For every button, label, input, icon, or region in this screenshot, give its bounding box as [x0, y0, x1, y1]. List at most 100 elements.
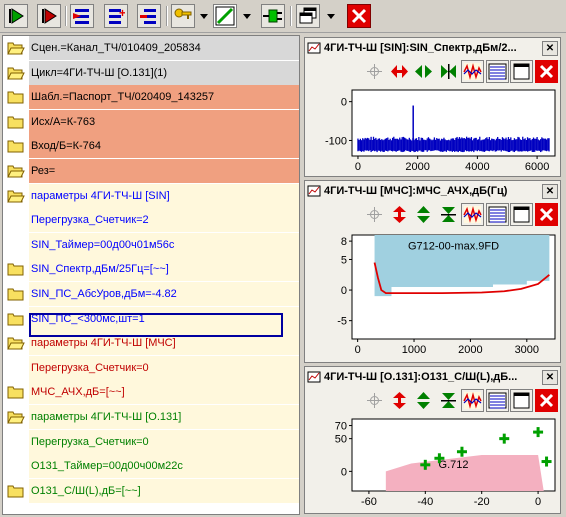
- tree-row[interactable]: Перегрузка_Счетчик=2: [3, 208, 299, 233]
- expand-vertical-button[interactable]: [412, 203, 435, 226]
- window-button[interactable]: [510, 60, 533, 83]
- window-button[interactable]: [510, 389, 533, 412]
- y-tick-label: 5: [341, 254, 347, 266]
- o131-snr-panel: 4ГИ-ТЧ-Ш [O.131]:O131_С/Ш(L),дБ... ✕ -60…: [304, 366, 561, 514]
- tree-row[interactable]: SIN_ПС_АбсУров,дБм=-4.82: [3, 282, 299, 306]
- arrows-horizontal-button[interactable]: [388, 60, 411, 83]
- close-button[interactable]: [534, 60, 558, 83]
- chart-toolbar: [307, 202, 558, 228]
- step-button[interactable]: [37, 4, 61, 28]
- table-button[interactable]: [485, 60, 509, 83]
- arrows-vertical-button[interactable]: [388, 203, 411, 226]
- tree-row-label: Шабл.=Паспорт_ТЧ/020409_143257: [29, 85, 299, 110]
- crosshair-icon: [367, 64, 382, 79]
- folder-icon: [7, 91, 24, 104]
- tree-row[interactable]: Исх/А=К-763: [3, 109, 299, 134]
- close-button[interactable]: [534, 203, 558, 226]
- waveform-button[interactable]: [461, 203, 484, 226]
- waveform-button[interactable]: [461, 389, 484, 412]
- shrink-horizontal-button[interactable]: [437, 60, 460, 83]
- tree-row-label: Перегрузка_Счетчик=0: [29, 429, 299, 454]
- waveform-button[interactable]: [461, 60, 484, 83]
- window-icon: [513, 392, 530, 409]
- close-icon[interactable]: ✕: [542, 183, 558, 199]
- folder-icon: [7, 386, 24, 399]
- tree-row[interactable]: SIN_Таймер=00д00ч01м56с: [3, 232, 299, 257]
- arrows-vertical-icon: [392, 206, 406, 223]
- tree-row[interactable]: Сцен.=Канал_ТЧ/010409_205834: [3, 36, 299, 60]
- tree-row-label: Исх/А=К-763: [29, 109, 299, 134]
- tree-row[interactable]: O131_С/Ш(L),дБ=[~~]: [3, 478, 299, 503]
- insert-before-button[interactable]: [70, 4, 94, 28]
- table-icon: [488, 392, 506, 409]
- tree-row[interactable]: O131_Таймер=00д00ч00м22с: [3, 454, 299, 479]
- tree-row-label: Перегрузка_Счетчик=2: [29, 208, 299, 233]
- close-icon[interactable]: ✕: [542, 40, 558, 56]
- arrows-vertical-button[interactable]: [388, 389, 411, 412]
- tree-row-label: SIN_Таймер=00д00ч01м56с: [29, 232, 299, 257]
- expand-horizontal-button[interactable]: [412, 60, 435, 83]
- parameter-tree[interactable]: Сцен.=Канал_ТЧ/010409_205834 Цикл=4ГИ-ТЧ-…: [2, 35, 300, 515]
- o131-snr-chart[interactable]: -60 -40 -20 0 7050 0 G.712: [307, 417, 560, 512]
- tree-row-label: Рез=: [29, 159, 299, 183]
- y-tick-label: -5: [337, 316, 347, 328]
- tree-row-label: МЧС_АЧХ,дБ=[~~]: [29, 380, 299, 405]
- shrink-vertical-button[interactable]: [437, 389, 460, 412]
- crosshair-button[interactable]: [363, 60, 386, 83]
- chevron-down-icon[interactable]: [200, 12, 208, 20]
- table-button[interactable]: [485, 389, 509, 412]
- tree-row[interactable]: Перегрузка_Счетчик=0: [3, 429, 299, 454]
- table-icon: [488, 206, 506, 223]
- panel-title-bar[interactable]: 4ГИ-ТЧ-Ш [O.131]:O131_С/Ш(L),дБ... ✕: [307, 369, 558, 385]
- chevron-down-icon[interactable]: [327, 12, 335, 20]
- tree-row[interactable]: МЧС_АЧХ,дБ=[~~]: [3, 380, 299, 405]
- remove-button[interactable]: [137, 4, 161, 28]
- selection-frame: [29, 313, 283, 337]
- crosshair-button[interactable]: [363, 389, 386, 412]
- mchs-response-chart[interactable]: 0 1000 2000 3000 8 5 0 -5 G712-00-max.9FD: [307, 231, 560, 361]
- close-button[interactable]: [534, 389, 558, 412]
- tree-row[interactable]: Цикл=4ГИ-ТЧ-Ш [O.131](1): [3, 60, 299, 85]
- tree-row-label: SIN_Спектр,дБм/25Гц=[~~]: [29, 257, 299, 282]
- windows-button[interactable]: [296, 4, 320, 28]
- tree-row[interactable]: Перегрузка_Счетчик=0: [3, 355, 299, 380]
- close-icon[interactable]: ✕: [542, 369, 558, 385]
- tree-row[interactable]: SIN_Спектр,дБм/25Гц=[~~]: [3, 257, 299, 282]
- tree-row-label: Цикл=4ГИ-ТЧ-Ш [O.131](1): [29, 60, 299, 85]
- table-button[interactable]: [485, 203, 509, 226]
- tree-row[interactable]: параметры 4ГИ-ТЧ-Ш [O.131]: [3, 405, 299, 429]
- tree-row[interactable]: Вход/Б=К-764: [3, 134, 299, 159]
- tree-row-label: O131_С/Ш(L),дБ=[~~]: [29, 478, 299, 503]
- line-tool-button[interactable]: [213, 4, 237, 28]
- table-icon: [488, 63, 506, 80]
- close-all-button[interactable]: [347, 4, 371, 28]
- tree-row[interactable]: параметры 4ГИ-ТЧ-Ш [SIN]: [3, 183, 299, 208]
- window-icon: [513, 63, 530, 80]
- key-button[interactable]: [171, 4, 195, 28]
- shrink-vertical-icon: [440, 393, 456, 408]
- window-button[interactable]: [510, 203, 533, 226]
- sin-spectrum-chart[interactable]: 0 2000 4000 6000 0 -100: [307, 88, 560, 176]
- folder-icon: [7, 116, 24, 129]
- panel-title-bar[interactable]: 4ГИ-ТЧ-Ш [МЧС]:МЧС_АЧХ,дБ(Гц) ✕: [307, 183, 558, 199]
- panel-title-bar[interactable]: 4ГИ-ТЧ-Ш [SIN]:SIN_Спектр,дБм/2... ✕: [307, 40, 558, 56]
- arrows-vertical-icon: [392, 392, 406, 409]
- connect-button[interactable]: [261, 4, 285, 28]
- crosshair-button[interactable]: [363, 203, 386, 226]
- insert-after-button[interactable]: +: [104, 4, 128, 28]
- close-icon: [539, 64, 553, 79]
- expand-vertical-button[interactable]: [412, 389, 435, 412]
- y-tick-label: 0: [341, 285, 347, 297]
- shrink-vertical-button[interactable]: [437, 203, 460, 226]
- x-tick-label: 0: [355, 344, 361, 356]
- tree-row[interactable]: Рез=: [3, 159, 299, 183]
- folder-open-icon: [7, 190, 25, 203]
- tree-row[interactable]: Шабл.=Паспорт_ТЧ/020409_143257: [3, 85, 299, 110]
- x-tick-label: 2000: [458, 344, 482, 356]
- chevron-down-icon[interactable]: [243, 12, 251, 20]
- run-button[interactable]: [4, 4, 28, 28]
- panel-title: 4ГИ-ТЧ-Ш [SIN]:SIN_Спектр,дБм/2...: [324, 42, 517, 54]
- svg-text:+: +: [119, 7, 125, 20]
- windows-icon: [299, 7, 317, 24]
- panel-title: 4ГИ-ТЧ-Ш [МЧС]:МЧС_АЧХ,дБ(Гц): [324, 185, 508, 197]
